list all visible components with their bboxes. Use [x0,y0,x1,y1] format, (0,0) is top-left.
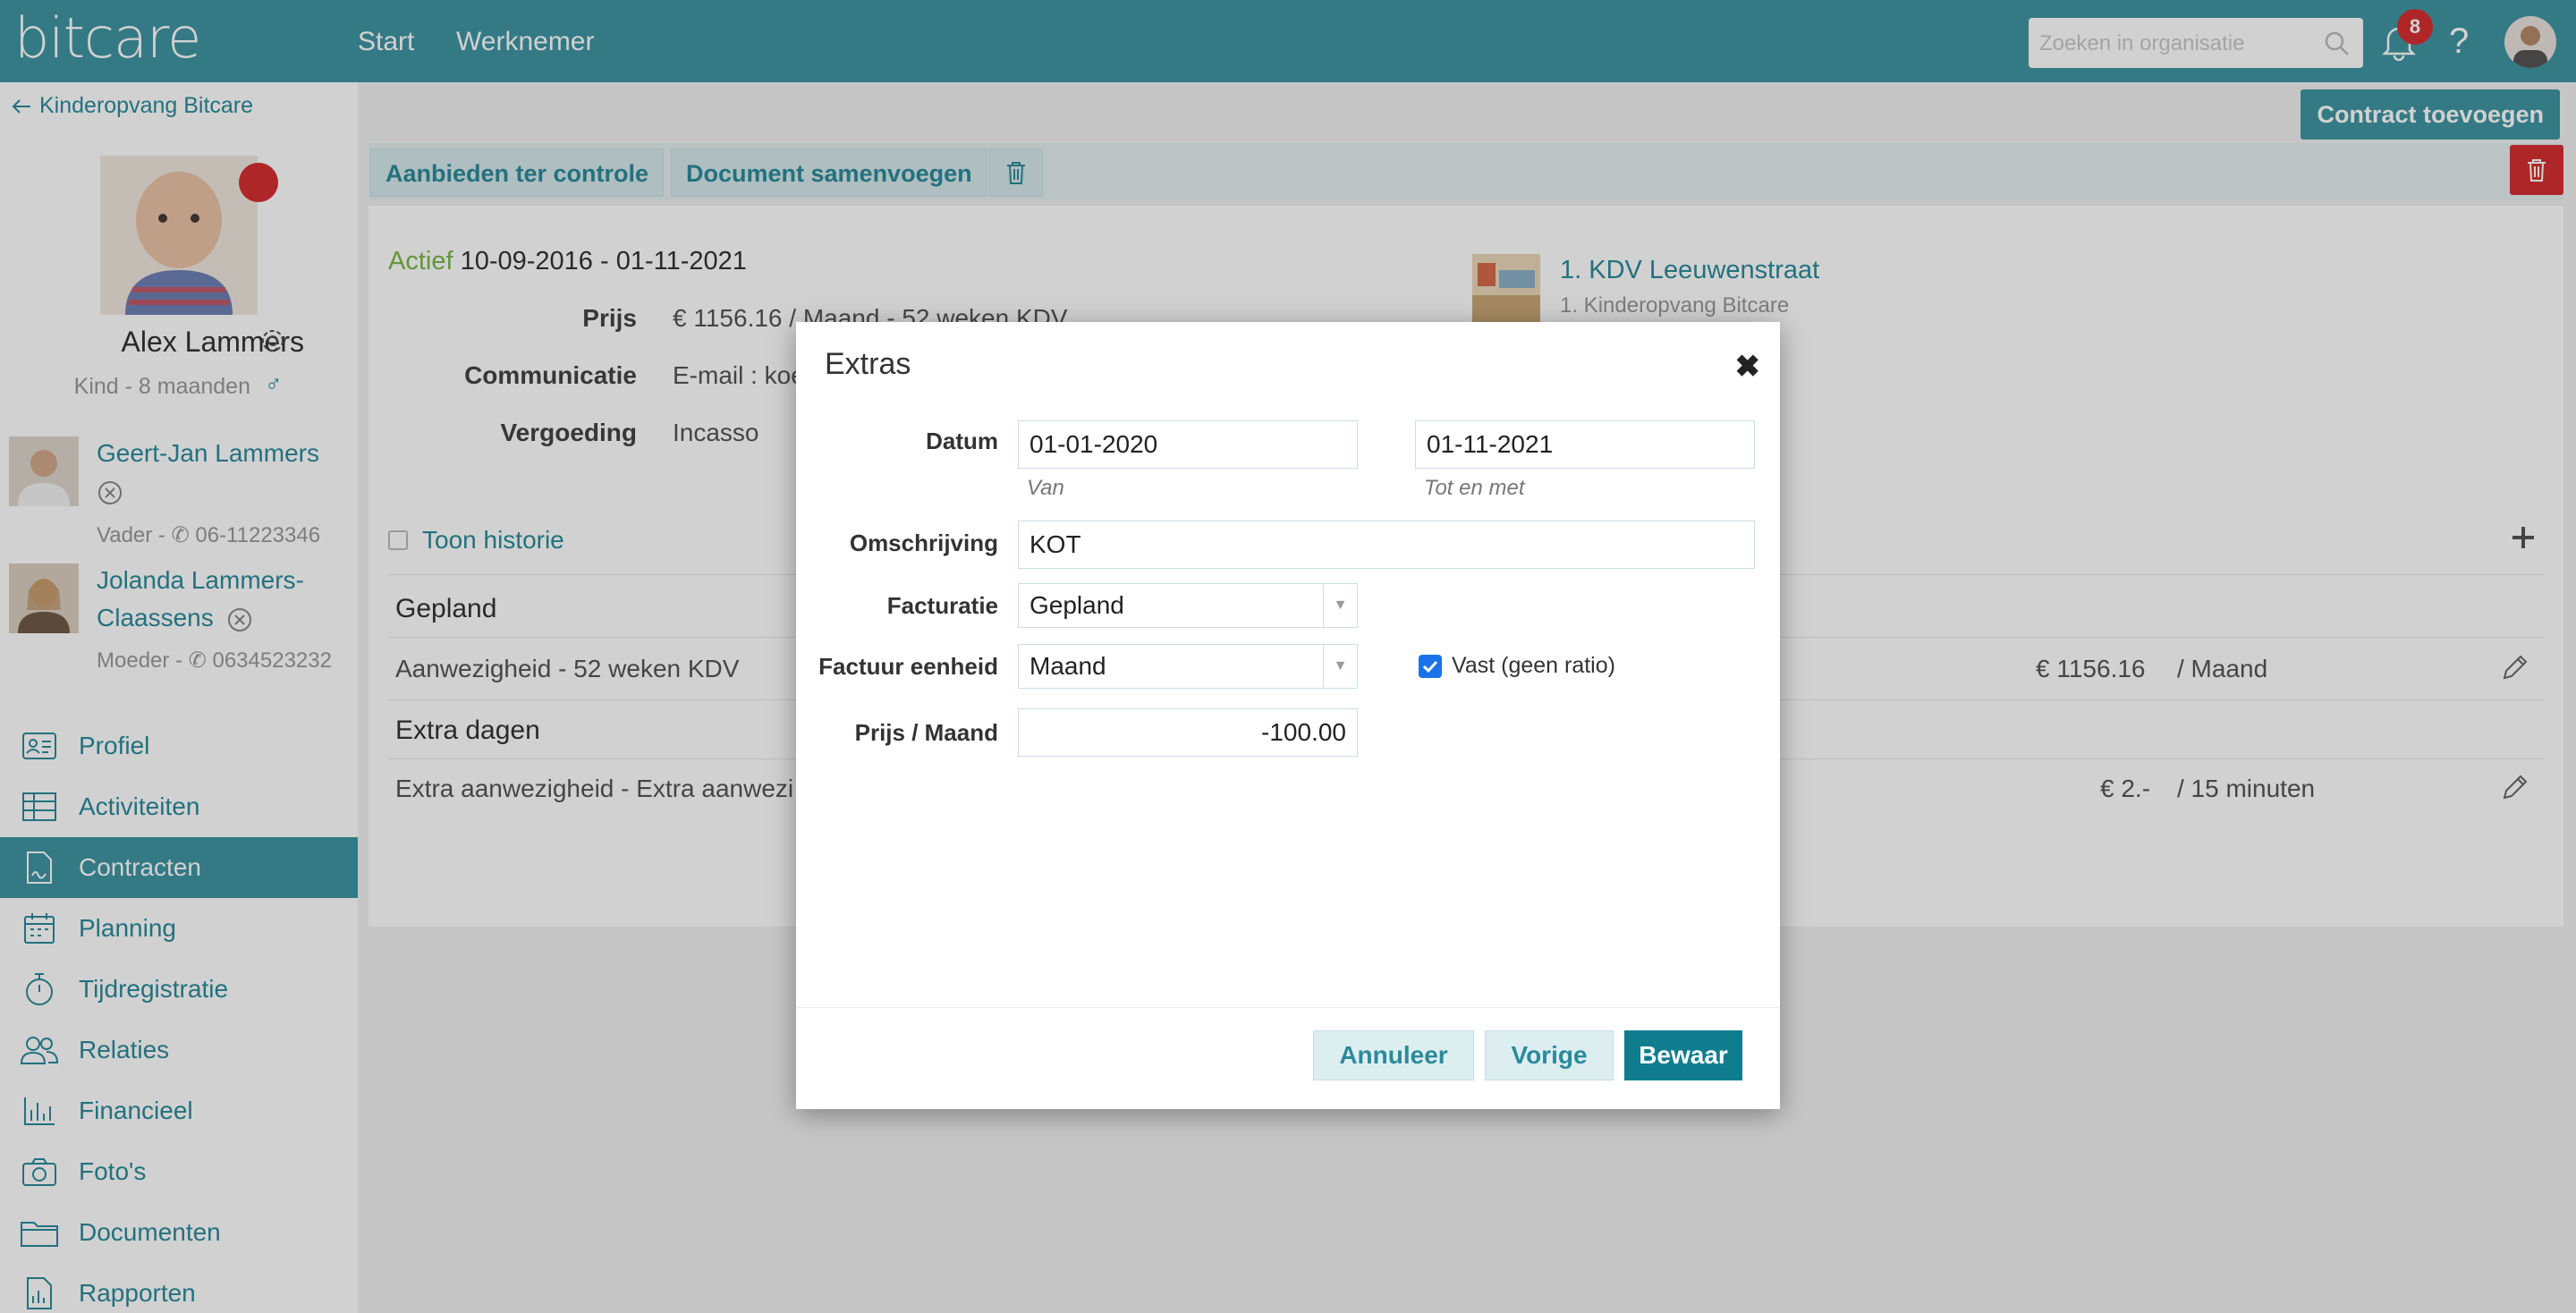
billing-label: Facturatie [886,592,998,619]
price-label: Prijs / Maand [854,719,998,746]
check-icon [1422,660,1438,673]
save-button[interactable]: Bewaar [1624,1030,1742,1080]
date-label: Datum [926,428,998,454]
description-input[interactable] [1018,521,1755,569]
previous-button[interactable]: Vorige [1485,1030,1614,1080]
date-from-input[interactable] [1018,420,1358,469]
fixed-checkbox[interactable] [1419,655,1442,678]
chevron-down-icon[interactable]: ▼ [1323,645,1357,688]
invoice-unit-value: Maand [1030,652,1106,680]
invoice-unit-label: Factuur eenheid [818,653,998,680]
footer-divider [796,1007,1780,1008]
cancel-button[interactable]: Annuleer [1313,1030,1474,1080]
billing-select[interactable]: Gepland ▼ [1018,583,1358,628]
price-input[interactable] [1018,708,1358,757]
description-label: Omschrijving [849,529,998,556]
date-to-input[interactable] [1415,420,1755,469]
chevron-down-icon[interactable]: ▼ [1323,584,1357,627]
invoice-unit-select[interactable]: Maand ▼ [1018,644,1358,689]
modal-title: Extras [825,347,911,381]
close-icon[interactable]: ✖ [1735,349,1761,385]
extras-modal: Extras ✖ Datum Van Tot en met Omschrijvi… [796,322,1780,1109]
fixed-label[interactable]: Vast (geen ratio) [1452,653,1615,679]
date-from-hint: Van [1027,476,1064,500]
date-to-hint: Tot en met [1424,476,1525,500]
billing-value: Gepland [1030,591,1124,619]
